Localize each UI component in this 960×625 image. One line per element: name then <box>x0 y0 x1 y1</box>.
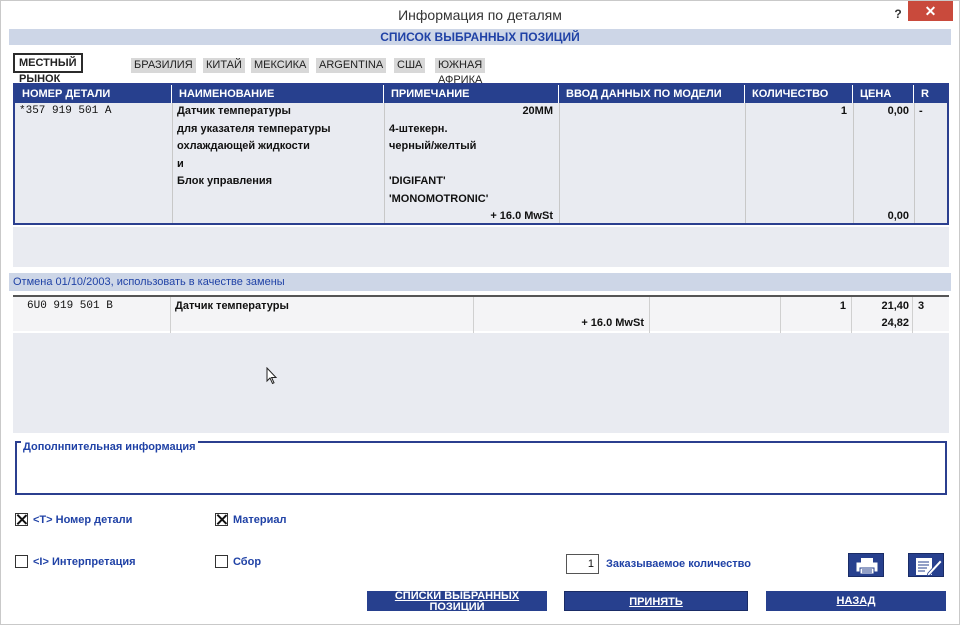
note-line: 'MONOMOTRONIC' <box>389 192 489 205</box>
assembly-checkbox[interactable] <box>215 555 228 568</box>
close-button[interactable]: ✕ <box>908 1 953 21</box>
tab-mexico[interactable]: МЕКСИКА <box>251 58 310 73</box>
column-divider <box>172 103 173 223</box>
note-line <box>389 156 553 174</box>
material-option[interactable]: Материал <box>215 513 287 526</box>
column-divider <box>853 103 854 223</box>
window-title: Информация по деталям <box>398 7 562 23</box>
note-size: 20MM <box>522 105 553 117</box>
column-divider <box>649 297 650 333</box>
replacement-tax: + 16.0 MwSt <box>581 317 644 329</box>
col-header-quantity[interactable]: КОЛИЧЕСТВО <box>745 85 853 103</box>
replacement-notice: Отмена 01/10/2003, использовать в качест… <box>9 273 951 291</box>
col-header-price[interactable]: ЦЕНА <box>853 85 914 103</box>
title-bar: Информация по деталям ? ✕ <box>1 1 959 29</box>
note-line: черный/желтый <box>389 140 477 152</box>
tab-brazil[interactable]: БРАЗИЛИЯ <box>131 58 196 73</box>
print-button[interactable] <box>848 553 884 577</box>
price-total-cell: 0,00 <box>887 210 909 222</box>
part-number-checkbox[interactable] <box>15 513 28 526</box>
r-cell: - <box>919 105 923 117</box>
name-line: для указателя температуры <box>177 122 331 135</box>
table-empty-area <box>13 227 949 267</box>
order-quantity-label: Заказываемое количество <box>606 558 751 570</box>
quantity-cell[interactable]: 1 <box>745 103 847 121</box>
name-line: Датчик температуры <box>177 105 291 117</box>
parts-table: НОМЕР ДЕТАЛИ НАИМЕНОВАНИЕ ПРИМЕЧАНИЕ ВВО… <box>13 83 949 225</box>
replacement-quantity[interactable]: 1 <box>780 298 846 316</box>
name-line: Блок управления <box>177 175 273 187</box>
assembly-option-label: Сбор <box>233 555 262 568</box>
mouse-cursor-icon <box>266 367 278 385</box>
edit-button[interactable] <box>908 553 944 577</box>
additional-info-box[interactable]: Дополнпительная информация <box>15 441 947 495</box>
part-number-cell[interactable]: *357 919 501 A <box>19 103 111 121</box>
interpretation-option[interactable]: <I> Интерпретация <box>15 555 136 568</box>
assembly-option[interactable]: Сбор <box>215 555 261 568</box>
material-checkbox[interactable] <box>215 513 228 526</box>
price-cell: 0,00 <box>887 105 909 117</box>
printer-icon <box>856 558 878 575</box>
part-number-option[interactable]: <T> Номер детали <box>15 513 132 526</box>
replacement-price: 21,40 <box>881 300 909 312</box>
accept-button[interactable]: ПРИНЯТЬ <box>564 591 748 611</box>
column-divider <box>384 103 385 223</box>
column-divider <box>559 103 560 223</box>
tab-south-africa[interactable]: ЮЖНАЯ АФРИКА <box>435 58 486 86</box>
table-row[interactable]: 6U0 919 501 B Датчик температуры + 16.0 … <box>13 297 949 333</box>
interpretation-checkbox[interactable] <box>15 555 28 568</box>
additional-info-label: Дополнпительная информация <box>21 441 198 453</box>
column-divider <box>914 103 915 223</box>
tab-usa[interactable]: США <box>394 58 426 73</box>
column-divider <box>745 103 746 223</box>
col-header-note[interactable]: ПРИМЕЧАНИЕ <box>384 85 559 103</box>
back-button[interactable]: НАЗАД <box>766 591 946 611</box>
edit-notepad-icon <box>916 558 943 577</box>
name-cell: Датчик температуры для указателя темпера… <box>177 103 331 191</box>
part-number-option-label: <T> Номер детали <box>33 513 133 526</box>
name-line: охлаждающей жидкости <box>177 140 310 152</box>
replacement-price-total: 24,82 <box>881 317 909 329</box>
col-header-part-no[interactable]: НОМЕР ДЕТАЛИ <box>15 85 172 103</box>
note-line: 4-штекерн. <box>389 122 448 135</box>
interpretation-option-label: <I> Интерпретация <box>33 555 136 568</box>
tab-local-market[interactable]: МЕСТНЫЙ РЫНОК <box>13 53 83 85</box>
replacement-name: Датчик температуры <box>175 300 289 312</box>
tab-argentina[interactable]: ARGENTINA <box>316 58 387 73</box>
col-header-name[interactable]: НАИМЕНОВАНИЕ <box>172 85 384 103</box>
note-cell: 20MM 4-штекерн. черный/желтый 'DIGIFANT'… <box>389 103 553 226</box>
tax-note: + 16.0 MwSt <box>490 210 553 222</box>
col-header-r[interactable]: R <box>914 85 947 103</box>
selected-list-header: СПИСОК ВЫБРАННЫХ ПОЗИЦИЙ <box>9 29 951 45</box>
order-quantity-input[interactable]: 1 <box>566 554 599 574</box>
column-divider <box>170 297 171 333</box>
replacement-table: 6U0 919 501 B Датчик температуры + 16.0 … <box>13 295 949 433</box>
replacement-r: 3 <box>918 300 925 312</box>
tab-china[interactable]: КИТАЙ <box>203 58 245 73</box>
name-line: и <box>177 157 184 170</box>
material-option-label: Материал <box>233 513 287 526</box>
part-info-window: Информация по деталям ? ✕ СПИСОК ВЫБРАНН… <box>0 0 960 625</box>
selected-lists-button[interactable]: СПИСКИ ВЫБРАННЫХ ПОЗИЦИЙ <box>367 591 547 611</box>
column-divider <box>912 297 913 333</box>
note-line: 'DIGIFANT' <box>389 175 446 187</box>
replacement-part-number[interactable]: 6U0 919 501 B <box>27 298 113 316</box>
help-button[interactable]: ? <box>889 5 907 23</box>
col-header-model-input[interactable]: ВВОД ДАННЫХ ПО МОДЕЛИ <box>559 85 745 103</box>
